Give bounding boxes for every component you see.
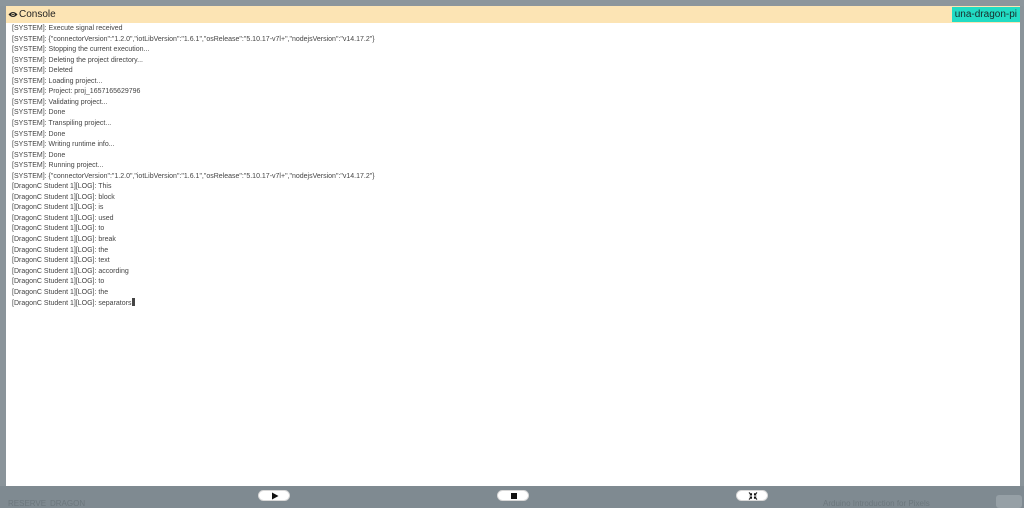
log-line: [SYSTEM]: Project: proj_1657165629796 [12, 87, 140, 97]
log-line: [SYSTEM]: Validating project... [12, 98, 108, 108]
log-line: [SYSTEM]: Stopping the current execution… [12, 45, 149, 55]
log-line-text: [SYSTEM]: Done [12, 109, 66, 117]
log-line-text: [DragonC Student 1][LOG]: text [12, 257, 110, 265]
log-line-text: [SYSTEM]: Done [12, 130, 66, 138]
log-line: [SYSTEM]: Loading project... [12, 77, 102, 87]
log-line: [DragonC Student 1][LOG]: text [12, 256, 110, 266]
console-title: Console [19, 9, 56, 20]
play-button[interactable] [258, 490, 290, 501]
log-line-text: [DragonC Student 1][LOG]: separators [12, 300, 132, 308]
log-line-text: [DragonC Student 1][LOG]: block [12, 193, 115, 201]
log-line: [DragonC Student 1][LOG]: block [12, 193, 115, 203]
backdrop-right [1020, 6, 1024, 486]
log-line-text: [DragonC Student 1][LOG]: This [12, 183, 112, 191]
log-line-text: [DragonC Student 1][LOG]: the [12, 288, 109, 296]
background-label-left: RESERVE [8, 499, 47, 508]
console-header: Console una-dragon-pi [6, 6, 1020, 23]
corner-button[interactable] [996, 495, 1022, 508]
log-line: [DragonC Student 1][LOG]: according [12, 267, 129, 277]
log-line: [SYSTEM]: {"connectorVersion":"1.2.0","i… [12, 35, 375, 45]
log-line: [SYSTEM]: Writing runtime info... [12, 140, 115, 150]
log-line-text: [SYSTEM]: Loading project... [12, 77, 103, 85]
log-line: [SYSTEM]: Done [12, 130, 65, 140]
log-line-text: [SYSTEM]: Deleted [12, 67, 73, 75]
log-line-text: [SYSTEM]: Project: proj_1657165629796 [12, 88, 141, 96]
stop-button[interactable] [497, 490, 529, 501]
log-line-text: [SYSTEM]: {"connectorVersion":"1.2.0","i… [12, 172, 375, 180]
log-line: [SYSTEM]: Deleting the project directory… [12, 56, 143, 66]
log-line: [SYSTEM]: Execute signal received [12, 24, 123, 34]
text-cursor [132, 298, 136, 307]
device-badge[interactable]: una-dragon-pi [951, 7, 1020, 22]
log-line-text: [SYSTEM]: Writing runtime info... [12, 141, 115, 149]
log-line: [DragonC Student 1][LOG]: is [12, 203, 103, 213]
log-line-text: [SYSTEM]: Running project... [12, 162, 104, 170]
eye-icon [8, 12, 18, 17]
log-line: [SYSTEM]: Done [12, 108, 65, 118]
log-line-text: [DragonC Student 1][LOG]: used [12, 214, 114, 222]
log-line-text: [DragonC Student 1][LOG]: according [12, 267, 129, 275]
collapse-button[interactable] [736, 490, 768, 501]
log-line: [DragonC Student 1][LOG]: This [12, 182, 111, 192]
log-line-text: [DragonC Student 1][LOG]: break [12, 236, 116, 243]
control-bar: RESERVE DRAGON Arduino Introduction for … [0, 486, 1024, 508]
log-line: [DragonC Student 1][LOG]: the [12, 288, 108, 298]
log-line-text: [SYSTEM]: Validating project... [12, 98, 108, 106]
log-line: [DragonC Student 1][LOG]: to [12, 224, 104, 234]
log-line-text: [DragonC Student 1][LOG]: is [12, 204, 104, 212]
console-panel: Console una-dragon-pi [SYSTEM]: Execute … [6, 6, 1020, 486]
log-line: [DragonC Student 1][LOG]: the [12, 246, 108, 256]
log-line-text: [DragonC Student 1][LOG]: the [12, 246, 109, 254]
background-label-right: Arduino Introduction for Pixels [823, 499, 930, 508]
log-line-text: [SYSTEM]: {"connectorVersion":"1.2.0","i… [12, 35, 375, 43]
log-line-text: [SYSTEM]: Execute signal received [12, 25, 123, 32]
log-line-text: [SYSTEM]: Stopping the current execution… [12, 46, 150, 54]
log-line-text: [SYSTEM]: Transpiling project... [12, 119, 112, 127]
log-line: [SYSTEM]: Running project... [12, 161, 103, 171]
log-line-text: [DragonC Student 1][LOG]: to [12, 278, 105, 286]
background-label-middle: DRAGON [50, 499, 86, 508]
log-line-text: [SYSTEM]: Deleting the project directory… [12, 56, 143, 64]
log-output[interactable]: [SYSTEM]: Execute signal received [SYSTE… [6, 24, 1020, 484]
play-icon [272, 492, 279, 500]
log-line-text: [DragonC Student 1][LOG]: to [12, 225, 105, 233]
log-line: [SYSTEM]: {"connectorVersion":"1.2.0","i… [12, 172, 375, 182]
stop-icon [511, 493, 517, 499]
log-line: [SYSTEM]: Transpiling project... [12, 119, 111, 129]
log-line-text: [SYSTEM]: Done [12, 151, 66, 159]
log-line: [DragonC Student 1][LOG]: separators [12, 298, 136, 308]
log-line: [DragonC Student 1][LOG]: to [12, 277, 104, 287]
collapse-icon [748, 492, 758, 500]
log-line: [DragonC Student 1][LOG]: break [12, 235, 116, 245]
log-line: [SYSTEM]: Done [12, 151, 65, 161]
log-line: [DragonC Student 1][LOG]: used [12, 214, 114, 224]
log-line: [SYSTEM]: Deleted [12, 66, 73, 76]
